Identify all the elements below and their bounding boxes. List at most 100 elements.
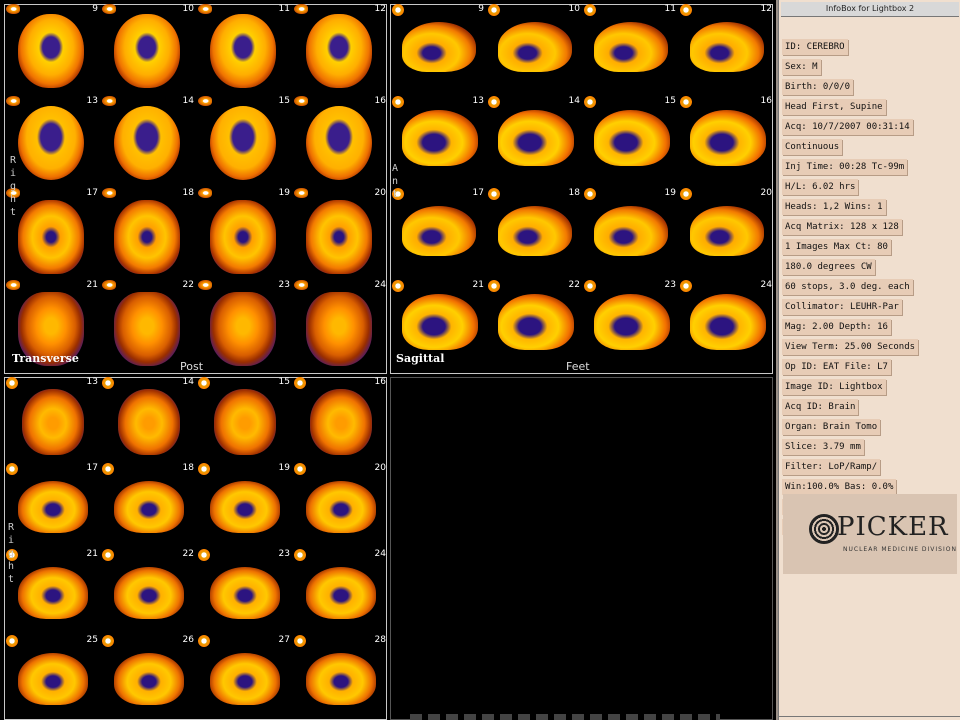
- transverse-slice-number: 24: [374, 280, 386, 290]
- sagittal-slice[interactable]: 11: [582, 4, 678, 96]
- coronal-slice[interactable]: 25: [4, 635, 100, 720]
- sagittal-slice-number: 10: [568, 4, 580, 14]
- coronal-slice[interactable]: 21: [4, 549, 100, 635]
- sagittal-slice[interactable]: 18: [486, 188, 582, 280]
- transverse-slice[interactable]: 12: [292, 4, 387, 96]
- transverse-slice[interactable]: 13: [4, 96, 100, 188]
- infobox-field: ID: CEREBRO: [782, 39, 848, 55]
- sagittal-slice[interactable]: 22: [486, 280, 582, 372]
- infobox-field: Mag: 2.00 Depth: 16: [782, 319, 891, 335]
- infobox-bottom-rule: [779, 716, 960, 717]
- orientation-icon: [680, 280, 692, 292]
- coronal-slice[interactable]: 22: [100, 549, 196, 635]
- coronal-slice[interactable]: 16: [292, 377, 387, 463]
- orientation-icon: [102, 4, 116, 14]
- coronal-slice[interactable]: 20: [292, 463, 387, 549]
- transverse-slice[interactable]: 20: [292, 188, 387, 280]
- orientation-icon: [488, 188, 500, 200]
- transverse-slice-image: [114, 14, 180, 88]
- transverse-slice[interactable]: 22: [100, 280, 196, 372]
- transverse-slice-image: [18, 200, 84, 274]
- orientation-icon: [198, 463, 210, 475]
- coronal-slice[interactable]: 13: [4, 377, 100, 463]
- coronal-slice-image: [306, 481, 376, 533]
- transverse-slice-number: 10: [182, 4, 194, 14]
- coronal-slice-image: [114, 567, 184, 619]
- coronal-slice[interactable]: 23: [196, 549, 292, 635]
- transverse-bottom-label: Post: [180, 360, 204, 373]
- sagittal-slice[interactable]: 20: [678, 188, 773, 280]
- coronal-slice[interactable]: 26: [100, 635, 196, 720]
- infobox-field: Continuous: [782, 139, 843, 155]
- transverse-slice[interactable]: 17: [4, 188, 100, 280]
- orientation-icon: [584, 188, 596, 200]
- transverse-slice[interactable]: 9: [4, 4, 100, 96]
- transverse-panel[interactable]: 9 10 11 12 13 14 15 16 17 18 19 20 21 22 23 24 Right Tr…: [4, 4, 387, 374]
- transverse-slice[interactable]: 15: [196, 96, 292, 188]
- sagittal-slice[interactable]: 13: [390, 96, 486, 188]
- transverse-slice[interactable]: 11: [196, 4, 292, 96]
- coronal-slice[interactable]: 24: [292, 549, 387, 635]
- coronal-slice-image: [114, 481, 184, 533]
- coronal-grid: 13 14 15 16 17 18 19 20 21 22 23 24 25 26 27 28: [4, 377, 387, 720]
- sagittal-slice[interactable]: 16: [678, 96, 773, 188]
- sagittal-slice[interactable]: 14: [486, 96, 582, 188]
- orientation-icon: [294, 549, 306, 561]
- sagittal-slice[interactable]: 17: [390, 188, 486, 280]
- transverse-slice-image: [306, 106, 372, 180]
- sagittal-grid: 9 10 11 12 13 14 15 16 17 18 19 20 21 22 23 24: [390, 4, 773, 374]
- orientation-icon: [102, 377, 114, 389]
- coronal-slice-image: [210, 481, 280, 533]
- sagittal-side-label: Ant: [392, 163, 399, 200]
- coronal-side-label: Right: [8, 522, 15, 585]
- coronal-slice-number: 25: [86, 635, 98, 645]
- transverse-slice[interactable]: 24: [292, 280, 387, 372]
- coronal-slice-number: 21: [86, 549, 98, 559]
- transverse-slice[interactable]: 16: [292, 96, 387, 188]
- sagittal-slice-number: 18: [568, 188, 580, 198]
- coronal-slice-image: [114, 653, 184, 705]
- orientation-icon: [198, 4, 212, 14]
- coronal-slice[interactable]: 27: [196, 635, 292, 720]
- transverse-slice-number: 20: [374, 188, 386, 198]
- coronal-slice-number: 27: [278, 635, 290, 645]
- orientation-icon: [392, 96, 404, 108]
- infobox-field: Organ: Brain Tomo: [782, 419, 881, 435]
- coronal-slice[interactable]: 19: [196, 463, 292, 549]
- sagittal-slice-image: [594, 294, 670, 350]
- sagittal-slice[interactable]: 9: [390, 4, 486, 96]
- sagittal-slice[interactable]: 10: [486, 4, 582, 96]
- orientation-icon: [680, 4, 692, 16]
- sagittal-slice[interactable]: 19: [582, 188, 678, 280]
- transverse-slice[interactable]: 23: [196, 280, 292, 372]
- coronal-panel[interactable]: 13 14 15 16 17 18 19 20 21 22 23 24 25 26 27 28 Right: [4, 377, 387, 720]
- transverse-slice[interactable]: 14: [100, 96, 196, 188]
- empty-panel[interactable]: [390, 377, 773, 720]
- sagittal-slice[interactable]: 15: [582, 96, 678, 188]
- coronal-slice-number: 18: [182, 463, 194, 473]
- transverse-slice[interactable]: 10: [100, 4, 196, 96]
- coronal-slice[interactable]: 15: [196, 377, 292, 463]
- transverse-slice-number: 9: [92, 4, 98, 14]
- orientation-icon: [198, 280, 212, 290]
- orientation-icon: [584, 280, 596, 292]
- footer-strip: [410, 714, 720, 720]
- infobox-field: 60 stops, 3.0 deg. each: [782, 279, 913, 295]
- sagittal-slice-number: 24: [760, 280, 772, 290]
- sagittal-panel[interactable]: 9 10 11 12 13 14 15 16 17 18 19 20 21 22 23 24 Ant Sagi…: [390, 4, 773, 374]
- sagittal-slice-image: [498, 22, 572, 72]
- transverse-slice[interactable]: 18: [100, 188, 196, 280]
- orientation-icon: [198, 549, 210, 561]
- coronal-slice[interactable]: 28: [292, 635, 387, 720]
- transverse-slice[interactable]: 19: [196, 188, 292, 280]
- sagittal-slice[interactable]: 23: [582, 280, 678, 372]
- sagittal-slice[interactable]: 24: [678, 280, 773, 372]
- coronal-slice-number: 15: [278, 377, 290, 387]
- coronal-slice-image: [310, 389, 372, 455]
- coronal-slice[interactable]: 18: [100, 463, 196, 549]
- coronal-slice-number: 22: [182, 549, 194, 559]
- transverse-side-label: Right: [10, 155, 17, 218]
- coronal-slice[interactable]: 17: [4, 463, 100, 549]
- coronal-slice[interactable]: 14: [100, 377, 196, 463]
- sagittal-slice[interactable]: 12: [678, 4, 773, 96]
